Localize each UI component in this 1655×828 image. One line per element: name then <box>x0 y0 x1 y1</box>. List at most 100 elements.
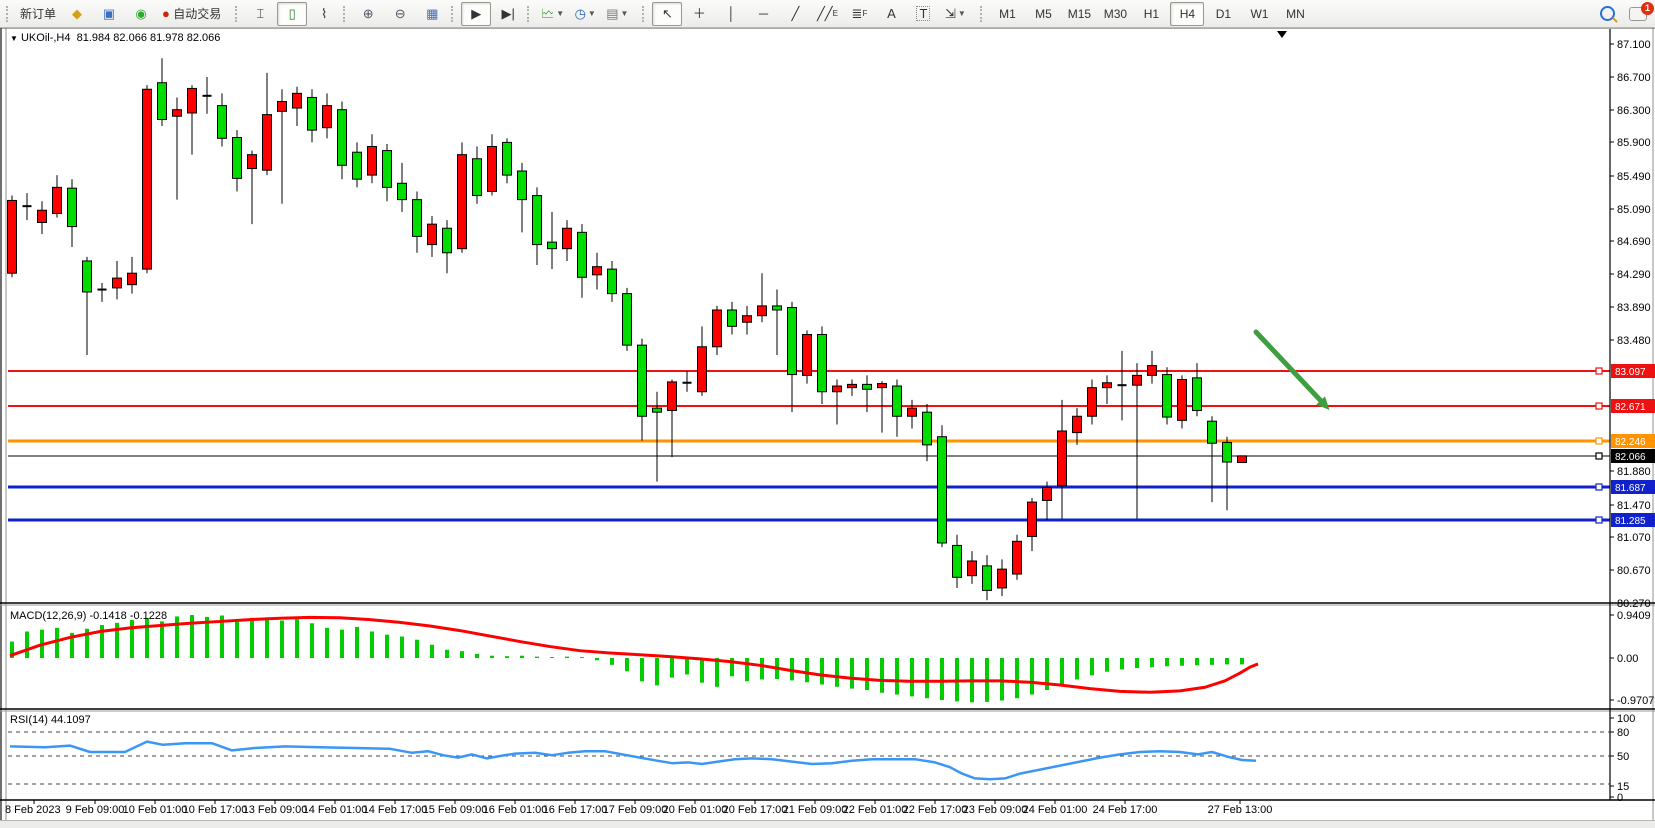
timeframe-button-m5[interactable]: M5 <box>1026 2 1060 26</box>
arrows-tool-button[interactable]: ⇲▼ <box>940 2 970 26</box>
timeframe-button-w1[interactable]: W1 <box>1242 2 1276 26</box>
channel-icon: ╱╱ <box>817 7 833 20</box>
indicators-button[interactable]: 🗠▼ <box>537 2 568 26</box>
new-order-button[interactable]: 新订单 <box>16 2 60 26</box>
gold-box-icon: ◆ <box>72 7 82 20</box>
periods-button[interactable]: ◷▼ <box>570 2 600 26</box>
horizontal-line-tool-button[interactable]: ─ <box>748 2 778 26</box>
svg-text:20 Feb 01:00: 20 Feb 01:00 <box>663 804 728 816</box>
signal-dot-icon: ◉ <box>135 7 146 20</box>
trendline-tool-button[interactable]: ╱ <box>780 2 810 26</box>
toolbar-grip[interactable] <box>235 6 241 22</box>
cursor-icon: ↖ <box>662 7 673 20</box>
notification-badge: 1 <box>1641 2 1654 15</box>
candlestick-chart-button[interactable]: ▯ <box>277 2 307 26</box>
timeframe-button-m15[interactable]: M15 <box>1062 2 1096 26</box>
channel-tool-button[interactable]: ╱╱E <box>812 2 842 26</box>
svg-text:0.00: 0.00 <box>1617 653 1638 665</box>
timeframe-button-mn[interactable]: MN <box>1278 2 1312 26</box>
svg-text:50: 50 <box>1617 751 1629 763</box>
chart-shift-icon: ▶| <box>502 7 515 20</box>
symbol-dropdown-icon[interactable]: ▼ <box>10 34 18 43</box>
chart-canvas[interactable]: 87.10086.70086.30085.90085.49085.09084.6… <box>0 27 1655 828</box>
toolbar-grip[interactable] <box>451 6 457 22</box>
crosshair-icon: ＋ <box>693 7 706 20</box>
macd-label: MACD(12,26,9) -0.1418 -0.1228 <box>10 610 167 622</box>
line-icon: ⌇ <box>321 7 327 20</box>
cursor-tool-button[interactable]: ↖ <box>652 2 682 26</box>
zoom-in-button[interactable]: ⊕ <box>353 2 383 26</box>
svg-text:84.690: 84.690 <box>1617 236 1651 248</box>
svg-text:81.470: 81.470 <box>1617 500 1651 512</box>
svg-text:-0.9707: -0.9707 <box>1617 695 1654 707</box>
timeframe-button-h4[interactable]: H4 <box>1170 2 1204 26</box>
auto-scroll-button[interactable]: ▶ <box>461 2 491 26</box>
rsi-label: RSI(14) 44.1097 <box>10 714 91 726</box>
auto-trading-icon: ● <box>162 7 170 20</box>
template-icon: ▤ <box>606 7 618 20</box>
search-icon[interactable] <box>1600 6 1615 21</box>
monitor-icon: ▣ <box>103 7 115 20</box>
zoom-in-icon: ⊕ <box>363 7 374 20</box>
crosshair-tool-button[interactable]: ＋ <box>684 2 714 26</box>
bar-chart-button[interactable]: ⌶ <box>245 2 275 26</box>
svg-text:80.670: 80.670 <box>1617 565 1651 577</box>
svg-text:16 Feb 17:00: 16 Feb 17:00 <box>543 804 608 816</box>
timeframe-button-h1[interactable]: H1 <box>1134 2 1168 26</box>
tile-windows-icon: ▦ <box>426 7 438 20</box>
chevron-down-icon: ▼ <box>588 9 596 18</box>
svg-text:20 Feb 17:00: 20 Feb 17:00 <box>723 804 788 816</box>
svg-text:13 Feb 09:00: 13 Feb 09:00 <box>243 804 308 816</box>
svg-text:82.246: 82.246 <box>1615 437 1646 448</box>
tile-windows-button[interactable]: ▦ <box>417 2 447 26</box>
svg-text:15 Feb 09:00: 15 Feb 09:00 <box>423 804 488 816</box>
signals-icon[interactable]: ◉ <box>126 2 156 26</box>
svg-text:85.490: 85.490 <box>1617 171 1651 183</box>
timeframe-button-d1[interactable]: D1 <box>1206 2 1240 26</box>
toolbar-grip[interactable] <box>527 6 533 22</box>
svg-text:14 Feb 17:00: 14 Feb 17:00 <box>363 804 428 816</box>
fibonacci-tool-button[interactable]: ≣F <box>844 2 874 26</box>
svg-text:0: 0 <box>1617 792 1623 804</box>
svg-text:83.097: 83.097 <box>1615 367 1646 378</box>
svg-text:81.285: 81.285 <box>1615 516 1646 527</box>
timeframe-button-m1[interactable]: M1 <box>990 2 1024 26</box>
terminal-window-icon[interactable]: ▣ <box>94 2 124 26</box>
svg-text:100: 100 <box>1617 713 1635 725</box>
svg-text:24 Feb 01:00: 24 Feb 01:00 <box>1023 804 1088 816</box>
svg-text:27 Feb 13:00: 27 Feb 13:00 <box>1208 804 1273 816</box>
main-toolbar: 新订单 ◆ ▣ ◉ ● 自动交易 ⌶ ▯ ⌇ ⊕ ⊖ ▦ ▶ ▶| 🗠▼ ◷▼ … <box>0 0 1655 28</box>
auto-scroll-icon: ▶ <box>471 7 481 20</box>
mt4-application: 新订单 ◆ ▣ ◉ ● 自动交易 ⌶ ▯ ⌇ ⊕ ⊖ ▦ ▶ ▶| 🗠▼ ◷▼ … <box>0 0 1655 828</box>
chart-shift-button[interactable]: ▶| <box>493 2 523 26</box>
svg-text:82.066: 82.066 <box>1615 452 1646 463</box>
svg-text:14 Feb 01:00: 14 Feb 01:00 <box>303 804 368 816</box>
line-chart-button[interactable]: ⌇ <box>309 2 339 26</box>
chat-icon[interactable]: 1 <box>1629 7 1647 21</box>
candlestick-icon: ▯ <box>289 7 296 20</box>
svg-text:22 Feb 17:00: 22 Feb 17:00 <box>903 804 968 816</box>
toolbar-grip[interactable] <box>343 6 349 22</box>
svg-text:85.090: 85.090 <box>1617 204 1651 216</box>
fibonacci-icon: ≣ <box>852 7 863 20</box>
svg-text:23 Feb 09:00: 23 Feb 09:00 <box>963 804 1028 816</box>
history-center-icon[interactable]: ◆ <box>62 2 92 26</box>
svg-text:86.700: 86.700 <box>1617 72 1651 84</box>
vertical-line-tool-button[interactable]: │ <box>716 2 746 26</box>
chart-window[interactable]: 87.10086.70086.30085.90085.49085.09084.6… <box>0 27 1655 828</box>
svg-text:24 Feb 17:00: 24 Feb 17:00 <box>1093 804 1158 816</box>
text-tool-button[interactable]: A <box>876 2 906 26</box>
timeframe-button-m30[interactable]: M30 <box>1098 2 1132 26</box>
svg-text:85.900: 85.900 <box>1617 137 1651 149</box>
toolbar-grip[interactable] <box>642 6 648 22</box>
chevron-down-icon: ▼ <box>556 9 564 18</box>
zoom-out-button[interactable]: ⊖ <box>385 2 415 26</box>
zoom-out-icon: ⊖ <box>395 7 406 20</box>
templates-button[interactable]: ▤▼ <box>602 2 632 26</box>
toolbar-grip[interactable] <box>980 6 986 22</box>
indicators-plus-icon: 🗠 <box>541 7 554 20</box>
toolbar-grip[interactable] <box>6 6 12 22</box>
svg-text:82.671: 82.671 <box>1615 402 1646 413</box>
auto-trading-button[interactable]: ● 自动交易 <box>158 2 225 26</box>
label-tool-button[interactable]: T <box>908 2 938 26</box>
